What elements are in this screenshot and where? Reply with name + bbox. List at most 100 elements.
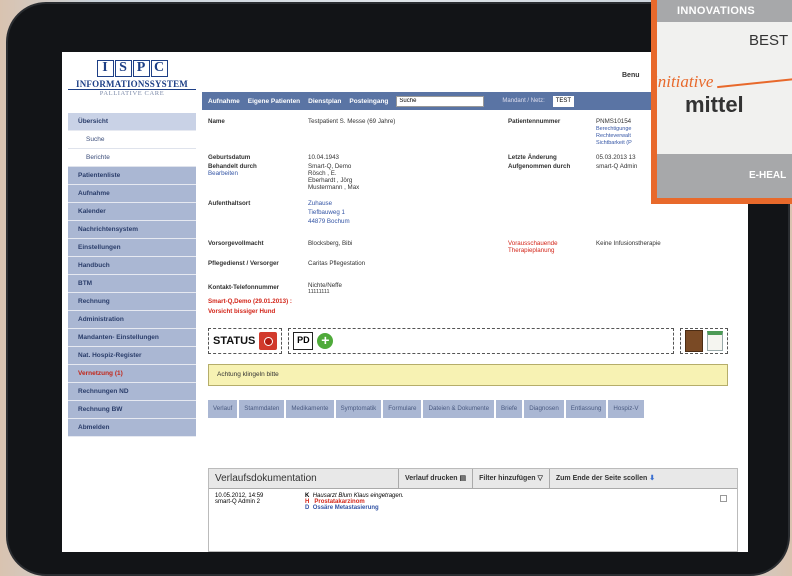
patnr-berechtigungen-link[interactable]: Berechtigunge bbox=[596, 126, 631, 132]
behandelt-value-3: Eberhardt , Jörg bbox=[308, 177, 353, 184]
voraus-label-2: Therapieplanung bbox=[508, 247, 555, 254]
book-icon[interactable] bbox=[685, 330, 703, 352]
entry-user: smart-Q Admin 2 bbox=[215, 499, 261, 505]
mandant-label: Mandant / Netz: bbox=[502, 98, 545, 104]
behandelt-value-1: Smart-Q, Demo bbox=[308, 163, 352, 170]
behandelt-value-4: Mustermann , Max bbox=[308, 184, 360, 191]
sidebar-item-abmelden[interactable]: Abmelden bbox=[68, 419, 196, 437]
sidebar-item-einstellungen[interactable]: Einstellungen bbox=[68, 239, 196, 257]
sidebar-item-aufnahme[interactable]: Aufnahme bbox=[68, 185, 196, 203]
sidebar-item-handbuch[interactable]: Handbuch bbox=[68, 257, 196, 275]
scroll-end-label: Zum Ende der Seite scollen bbox=[555, 474, 648, 482]
geburt-label: Geburtsdatum bbox=[208, 154, 251, 161]
sidebar-item-uebersicht[interactable]: Übersicht bbox=[68, 113, 196, 131]
warning-line-2: Vorsicht bissiger Hund bbox=[208, 308, 276, 315]
sidebar-item-mandanten-einstellungen[interactable]: Mandanten- Einstellungen bbox=[68, 329, 196, 347]
sidebar-item-nachrichtensystem[interactable]: Nachrichtensystem bbox=[68, 221, 196, 239]
sidebar-item-hospiz-register[interactable]: Nat. Hospiz-Register bbox=[68, 347, 196, 365]
sidebar-item-administration[interactable]: Administration bbox=[68, 311, 196, 329]
search-input[interactable] bbox=[396, 95, 485, 107]
tab-medikamente[interactable]: Medikamente bbox=[286, 400, 335, 418]
sidebar-item-patientenliste[interactable]: Patientenliste bbox=[68, 167, 196, 185]
documents-box bbox=[680, 328, 728, 354]
verlauf-title: Verlaufsdokumentation bbox=[209, 468, 399, 489]
patnr-label: Patientennummer bbox=[508, 118, 561, 125]
sidebar-item-suche[interactable]: Suche bbox=[68, 131, 196, 149]
ispc-logo: I S P C INFORMATIONSSYSTEM PALLIATIVE CA… bbox=[68, 60, 196, 102]
add-filter-label: Filter hinzufügen bbox=[479, 474, 536, 482]
nav-dienstplan[interactable]: Dienstplan bbox=[308, 98, 341, 105]
arrow-down-icon: ⬇ bbox=[649, 474, 656, 482]
sidebar-item-vernetzung[interactable]: Vernetzung (1) bbox=[68, 365, 196, 383]
badge-initiative-text: initiative bbox=[653, 72, 714, 91]
patnr-value: PNMS10154 bbox=[596, 118, 632, 125]
tab-symptomatik[interactable]: Symptomatik bbox=[335, 400, 383, 418]
tab-briefe[interactable]: Briefe bbox=[496, 400, 524, 418]
name-label: Name bbox=[208, 118, 225, 125]
voraus-label-1: Vorausschauende bbox=[508, 240, 558, 247]
sidebar-item-rechnung-bw[interactable]: Rechnung BW bbox=[68, 401, 196, 419]
tab-dateien-dokumente[interactable]: Dateien & Dokumente bbox=[423, 400, 496, 418]
badge-bottom-text: E-HEAL bbox=[657, 154, 792, 198]
nav-aufnahme[interactable]: Aufnahme bbox=[208, 98, 240, 105]
patnr-sichtbarkeit-link[interactable]: Sichtbarkeit (P bbox=[596, 140, 632, 146]
filter-icon: ▽ bbox=[537, 474, 543, 482]
tab-diagnosen[interactable]: Diagnosen bbox=[524, 400, 565, 418]
vorsorge-value: Blocksberg, Bibi bbox=[308, 240, 353, 247]
nav-eigene-patienten[interactable]: Eigene Patienten bbox=[248, 98, 300, 105]
logo-letter: P bbox=[132, 60, 150, 77]
add-plus-icon[interactable]: + bbox=[317, 333, 334, 349]
status-label: STATUS bbox=[213, 335, 256, 347]
verlauf-panel: Verlaufsdokumentation Verlauf drucken ▤ … bbox=[208, 468, 738, 552]
award-badge: INNOVATIONS BEST initiative mittel E-HEA… bbox=[651, 0, 792, 204]
sidebar: Übersicht Suche Berichte Patientenliste … bbox=[68, 113, 196, 437]
aufenthalt-value-2: Tiefbauweg 1 bbox=[308, 209, 345, 216]
patnr-rechteverwaltung-link[interactable]: Rechteverwalt bbox=[596, 133, 631, 139]
logo-letter: I bbox=[96, 60, 114, 77]
scroll-end-button[interactable]: Zum Ende der Seite scollen ⬇ bbox=[550, 469, 661, 489]
sidebar-item-rechnungen-nd[interactable]: Rechnungen ND bbox=[68, 383, 196, 401]
kontakt-value-1: Nichte/Neffe bbox=[308, 282, 342, 289]
logo-title: INFORMATIONSSYSTEM bbox=[68, 79, 196, 90]
sidebar-item-berichte[interactable]: Berichte bbox=[68, 149, 196, 167]
vorsorge-label: Vorsorgevollmacht bbox=[208, 240, 264, 247]
sidebar-item-btm[interactable]: BTM bbox=[68, 275, 196, 293]
tab-stammdaten[interactable]: Stammdaten bbox=[239, 400, 286, 418]
geburt-value: 10.04.1943 bbox=[308, 154, 339, 161]
entry-code: D bbox=[305, 505, 310, 511]
tab-verlauf[interactable]: Verlauf bbox=[208, 400, 239, 418]
printer-icon: ▤ bbox=[459, 474, 467, 482]
behandelt-label: Behandelt durch bbox=[208, 163, 257, 170]
document-icon[interactable] bbox=[707, 331, 723, 351]
badge-top-text: INNOVATIONS bbox=[657, 0, 792, 22]
record-button[interactable] bbox=[259, 332, 278, 350]
warning-line-1: Smart-Q,Demo (29.01.2013) : bbox=[208, 298, 292, 305]
aufgenommen-label: Aufgenommen durch bbox=[508, 163, 571, 170]
tab-entlassung[interactable]: Entlassung bbox=[565, 400, 608, 418]
behandelt-edit-link[interactable]: Bearbeiten bbox=[208, 170, 238, 177]
nav-posteingang[interactable]: Posteingang bbox=[349, 98, 388, 105]
aufenthalt-label: Aufenthaltsort bbox=[208, 200, 251, 207]
name-value: Testpatient S. Messe (69 Jahre) bbox=[308, 118, 396, 125]
voraus-value: Keine Infusionstherapie bbox=[596, 240, 661, 247]
pflege-value: Caritas Pflegestation bbox=[308, 260, 366, 267]
tab-formulare[interactable]: Formulare bbox=[383, 400, 423, 418]
logo-subtitle: PALLIATIVE CARE bbox=[99, 90, 165, 97]
pd-box: PD + bbox=[288, 328, 674, 354]
entry-text: Ossäre Metastasierung bbox=[312, 505, 379, 511]
logo-letter: S bbox=[114, 60, 132, 77]
pd-button[interactable]: PD bbox=[293, 332, 314, 350]
mandant-select[interactable]: TEST bbox=[552, 95, 575, 107]
badge-swoosh bbox=[717, 77, 792, 89]
entry-checkbox[interactable] bbox=[720, 495, 727, 502]
sidebar-item-kalender[interactable]: Kalender bbox=[68, 203, 196, 221]
add-filter-button[interactable]: Filter hinzufügen ▽ bbox=[473, 468, 550, 489]
record-icon bbox=[263, 336, 273, 346]
behandelt-value-2: Rösch , E. bbox=[308, 170, 337, 177]
entry-line: D Ossäre Metastasierung bbox=[305, 505, 404, 511]
aufgenommen-value: smart-Q Admin bbox=[596, 163, 638, 170]
sidebar-item-rechnung[interactable]: Rechnung bbox=[68, 293, 196, 311]
print-verlauf-button[interactable]: Verlauf drucken ▤ bbox=[399, 468, 474, 489]
tab-hospiz-v[interactable]: Hospiz-V bbox=[608, 400, 645, 418]
pflege-label: Pflegedienst / Versorger bbox=[208, 260, 279, 267]
